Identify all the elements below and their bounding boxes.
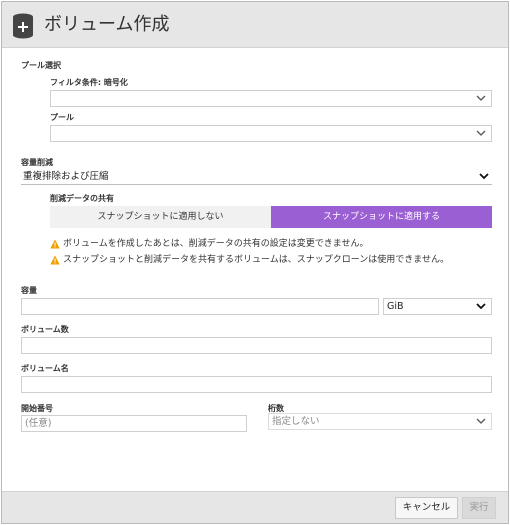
digits-select[interactable]: 指定しない — [268, 413, 492, 430]
cancel-button[interactable]: キャンセル — [395, 497, 458, 519]
chevron-down-icon — [476, 130, 486, 136]
chevron-down-icon — [476, 95, 486, 101]
reduction-label: 容量削減 — [21, 158, 53, 167]
database-add-icon — [13, 13, 33, 39]
filter-select[interactable] — [50, 90, 492, 107]
digits-select-value: 指定しない — [272, 416, 320, 427]
start-number-label: 開始番号 — [21, 404, 53, 413]
toggle-not-apply-snapshot[interactable]: スナップショットに適用しない — [50, 206, 271, 228]
chevron-down-icon — [479, 173, 489, 180]
dialog-title: ボリューム作成 — [44, 14, 170, 35]
capacity-unit-select[interactable]: GiB — [383, 298, 492, 315]
volume-name-input[interactable] — [21, 376, 492, 393]
capacity-input[interactable] — [21, 298, 379, 315]
warning-text: ボリュームを作成したあとは、削減データの共有の設定は変更できません。 — [63, 239, 369, 249]
filter-label: フィルタ条件: 暗号化 — [50, 78, 128, 87]
warning-text: スナップショットと削減データを共有するボリュームは、スナップクローンは使用できま… — [63, 255, 450, 265]
start-number-placeholder: (任意) — [25, 418, 52, 429]
pool-select[interactable] — [50, 125, 492, 142]
reduction-select-value: 重複排除および圧縮 — [23, 171, 109, 182]
create-volume-dialog: ボリューム作成 プール選択 フィルタ条件: 暗号化 プール 容量削減 重複排除お… — [1, 1, 509, 524]
dialog-footer: キャンセル 実行 — [2, 491, 508, 523]
warning-icon — [50, 239, 60, 249]
reduction-select[interactable]: 重複排除および圧縮 — [21, 170, 492, 185]
capacity-unit-value: GiB — [387, 301, 404, 312]
run-button[interactable]: 実行 — [462, 497, 496, 519]
start-number-input[interactable]: (任意) — [21, 415, 247, 432]
pool-section-label: プール選択 — [21, 61, 61, 70]
volume-count-input[interactable] — [21, 337, 492, 354]
pool-label: プール — [50, 113, 74, 122]
volume-name-label: ボリューム名 — [21, 364, 69, 373]
volume-count-label: ボリューム数 — [21, 325, 69, 334]
dialog-header: ボリューム作成 — [2, 2, 508, 48]
chevron-down-icon — [476, 303, 486, 310]
share-label: 削減データの共有 — [50, 194, 114, 203]
capacity-label: 容量 — [21, 286, 37, 295]
warning-icon — [50, 255, 60, 265]
toggle-apply-snapshot[interactable]: スナップショットに適用する — [271, 206, 492, 228]
chevron-down-icon — [476, 418, 486, 424]
